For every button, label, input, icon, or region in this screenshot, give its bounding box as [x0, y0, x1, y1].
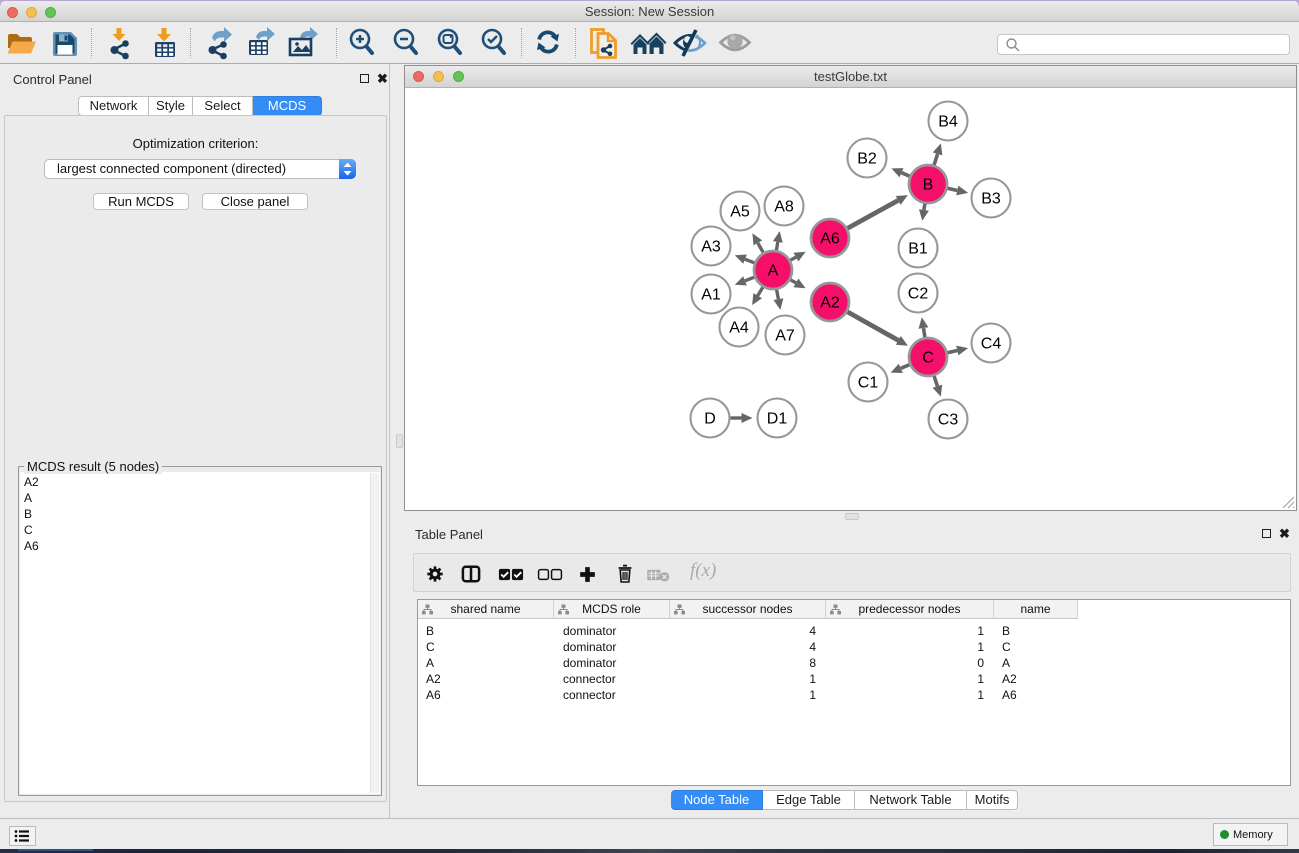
svg-text:D: D	[704, 411, 716, 428]
svg-text:A5: A5	[730, 204, 750, 221]
svg-text:B4: B4	[938, 114, 958, 131]
svg-text:C2: C2	[908, 286, 929, 303]
svg-text:A6: A6	[820, 231, 840, 248]
svg-text:C: C	[922, 350, 934, 367]
svg-text:A2: A2	[820, 295, 840, 312]
svg-text:B2: B2	[857, 151, 877, 168]
svg-text:A8: A8	[774, 199, 794, 216]
svg-text:A7: A7	[775, 328, 795, 345]
svg-text:C3: C3	[938, 412, 959, 429]
svg-text:B1: B1	[908, 241, 928, 258]
svg-text:B: B	[923, 177, 934, 194]
svg-text:A3: A3	[701, 239, 721, 256]
svg-text:A1: A1	[701, 287, 721, 304]
svg-text:A: A	[768, 263, 779, 280]
svg-text:B3: B3	[981, 191, 1001, 208]
svg-text:C4: C4	[981, 336, 1002, 353]
svg-text:C1: C1	[858, 375, 879, 392]
svg-text:A4: A4	[729, 320, 749, 337]
svg-text:D1: D1	[767, 411, 788, 428]
